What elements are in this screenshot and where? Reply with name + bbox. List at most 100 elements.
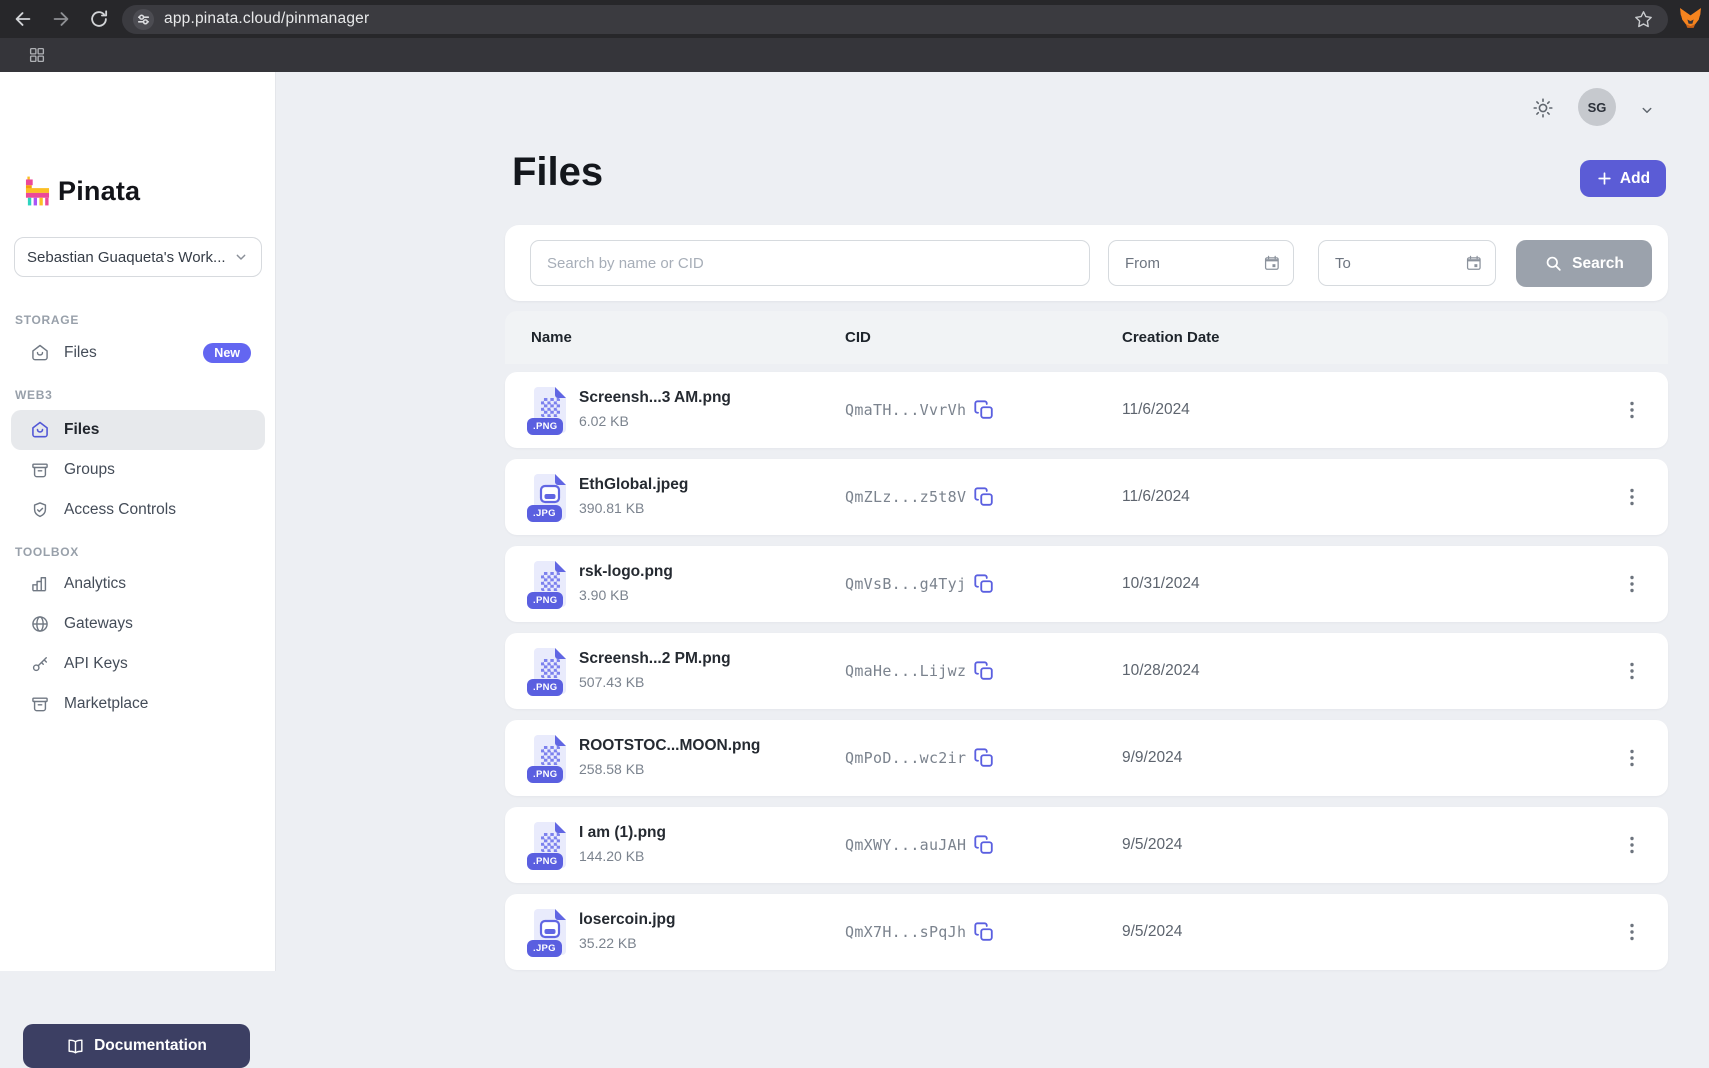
page-title: Files bbox=[512, 150, 603, 195]
table-row[interactable]: .PNG rsk-logo.png 3.90 KB QmVsB...g4Tyj … bbox=[505, 546, 1668, 622]
sidebar-item-web3-files[interactable]: Files bbox=[11, 410, 265, 450]
file-name: ROOTSTOC...MOON.png bbox=[579, 737, 760, 755]
file-type-icon: .PNG bbox=[531, 733, 569, 783]
add-button[interactable]: Add bbox=[1580, 160, 1666, 197]
logo-text: Pinata bbox=[58, 176, 140, 207]
file-size: 258.58 KB bbox=[579, 761, 644, 777]
sidebar-item-storage-files[interactable]: Files New bbox=[11, 333, 265, 373]
account-chevron-down-icon[interactable] bbox=[1638, 101, 1656, 119]
png-pattern-glyph bbox=[541, 659, 560, 678]
file-name: Screensh...3 AM.png bbox=[579, 389, 731, 407]
file-size: 35.22 KB bbox=[579, 935, 637, 951]
filter-bar: Search bbox=[505, 225, 1668, 301]
bookmark-star-icon[interactable] bbox=[1633, 9, 1654, 30]
pinata-logo: Pinata bbox=[25, 175, 140, 207]
file-type-icon: .PNG bbox=[531, 559, 569, 609]
creation-date: 10/31/2024 bbox=[1122, 575, 1200, 593]
file-type-badge: .JPG bbox=[527, 940, 562, 957]
png-pattern-glyph bbox=[541, 398, 560, 417]
png-pattern-glyph bbox=[541, 746, 560, 765]
grid-icon[interactable] bbox=[28, 46, 46, 64]
theme-toggle-sun-icon[interactable] bbox=[1531, 96, 1555, 120]
creation-date: 9/5/2024 bbox=[1122, 836, 1182, 854]
back-icon[interactable] bbox=[12, 8, 34, 30]
reload-icon[interactable] bbox=[88, 8, 110, 30]
file-cid: QmPoD...wc2ir bbox=[845, 749, 966, 767]
file-type-icon: .JPG bbox=[531, 907, 569, 957]
date-to-field[interactable] bbox=[1318, 240, 1496, 286]
workspace-selector[interactable]: Sebastian Guaqueta's Work... bbox=[14, 237, 262, 277]
row-menu-button[interactable] bbox=[1620, 746, 1644, 770]
sidebar-item-marketplace[interactable]: Marketplace bbox=[11, 684, 265, 724]
calendar-icon[interactable] bbox=[1263, 253, 1281, 273]
creation-date: 9/5/2024 bbox=[1122, 923, 1182, 941]
documentation-button[interactable]: Documentation bbox=[23, 1024, 250, 1068]
files-icon bbox=[30, 343, 50, 363]
file-size: 3.90 KB bbox=[579, 587, 629, 603]
marketplace-icon bbox=[30, 694, 50, 714]
copy-cid-button[interactable] bbox=[973, 486, 995, 508]
copy-cid-button[interactable] bbox=[973, 573, 995, 595]
sidebar-item-label: Files bbox=[64, 344, 97, 362]
file-size: 390.81 KB bbox=[579, 500, 644, 516]
date-from-field[interactable] bbox=[1108, 240, 1294, 286]
creation-date: 9/9/2024 bbox=[1122, 749, 1182, 767]
file-type-icon: .PNG bbox=[531, 385, 569, 435]
row-menu-button[interactable] bbox=[1620, 659, 1644, 683]
table-row[interactable]: .PNG ROOTSTOC...MOON.png 258.58 KB QmPoD… bbox=[505, 720, 1668, 796]
file-name: rsk-logo.png bbox=[579, 563, 673, 581]
add-button-label: Add bbox=[1620, 170, 1650, 188]
plus-icon bbox=[1596, 170, 1613, 187]
table-row[interactable]: .PNG Screensh...2 PM.png 507.43 KB QmaHe… bbox=[505, 633, 1668, 709]
sidebar-item-label: Groups bbox=[64, 461, 115, 479]
key-icon bbox=[30, 654, 50, 674]
jpg-image-glyph bbox=[539, 919, 561, 940]
file-cid: QmaTH...VvrVh bbox=[845, 401, 966, 419]
file-type-badge: .PNG bbox=[527, 766, 563, 783]
search-input[interactable] bbox=[530, 240, 1090, 286]
sidebar-item-api-keys[interactable]: API Keys bbox=[11, 644, 265, 684]
globe-icon bbox=[30, 614, 50, 634]
sidebar-item-analytics[interactable]: Analytics bbox=[11, 564, 265, 604]
date-from-input[interactable] bbox=[1125, 255, 1263, 272]
copy-cid-button[interactable] bbox=[973, 399, 995, 421]
row-menu-button[interactable] bbox=[1620, 572, 1644, 596]
sidebar-item-label: Gateways bbox=[64, 615, 133, 633]
table-row[interactable]: .JPG losercoin.jpg 35.22 KB QmX7H...sPqJ… bbox=[505, 894, 1668, 970]
site-settings-icon[interactable] bbox=[132, 8, 155, 31]
search-icon bbox=[1544, 254, 1563, 273]
table-row[interactable]: .JPG EthGlobal.jpeg 390.81 KB QmZLz...z5… bbox=[505, 459, 1668, 535]
copy-cid-button[interactable] bbox=[973, 660, 995, 682]
file-cid: QmXWY...auJAH bbox=[845, 836, 966, 854]
file-type-badge: .PNG bbox=[527, 418, 563, 435]
creation-date: 10/28/2024 bbox=[1122, 662, 1200, 680]
row-menu-button[interactable] bbox=[1620, 485, 1644, 509]
forward-icon[interactable] bbox=[50, 8, 72, 30]
copy-cid-button[interactable] bbox=[973, 834, 995, 856]
search-button[interactable]: Search bbox=[1516, 240, 1652, 287]
jpg-image-glyph bbox=[539, 484, 561, 505]
row-menu-button[interactable] bbox=[1620, 833, 1644, 857]
table-row[interactable]: .PNG Screensh...3 AM.png 6.02 KB QmaTH..… bbox=[505, 372, 1668, 448]
avatar[interactable]: SG bbox=[1578, 88, 1616, 126]
date-to-input[interactable] bbox=[1335, 255, 1465, 272]
pinata-llama-icon bbox=[25, 175, 50, 207]
url-text[interactable]: app.pinata.cloud/pinmanager bbox=[164, 10, 369, 28]
address-bar[interactable]: app.pinata.cloud/pinmanager bbox=[122, 5, 1668, 34]
table-row[interactable]: .PNG I am (1).png 144.20 KB QmXWY...auJA… bbox=[505, 807, 1668, 883]
file-type-badge: .PNG bbox=[527, 853, 563, 870]
row-menu-button[interactable] bbox=[1620, 920, 1644, 944]
file-cid: QmaHe...Lijwz bbox=[845, 662, 966, 680]
files-icon bbox=[30, 420, 50, 440]
calendar-icon[interactable] bbox=[1465, 253, 1483, 273]
sidebar-item-access-controls[interactable]: Access Controls bbox=[11, 490, 265, 530]
sidebar-item-groups[interactable]: Groups bbox=[11, 450, 265, 490]
file-name: losercoin.jpg bbox=[579, 911, 675, 929]
shield-check-icon bbox=[30, 500, 50, 520]
row-menu-button[interactable] bbox=[1620, 398, 1644, 422]
sidebar-item-gateways[interactable]: API Keys Gateways bbox=[11, 604, 265, 644]
copy-cid-button[interactable] bbox=[973, 747, 995, 769]
metamask-extension-icon[interactable] bbox=[1678, 6, 1703, 31]
copy-cid-button[interactable] bbox=[973, 921, 995, 943]
file-size: 507.43 KB bbox=[579, 674, 644, 690]
